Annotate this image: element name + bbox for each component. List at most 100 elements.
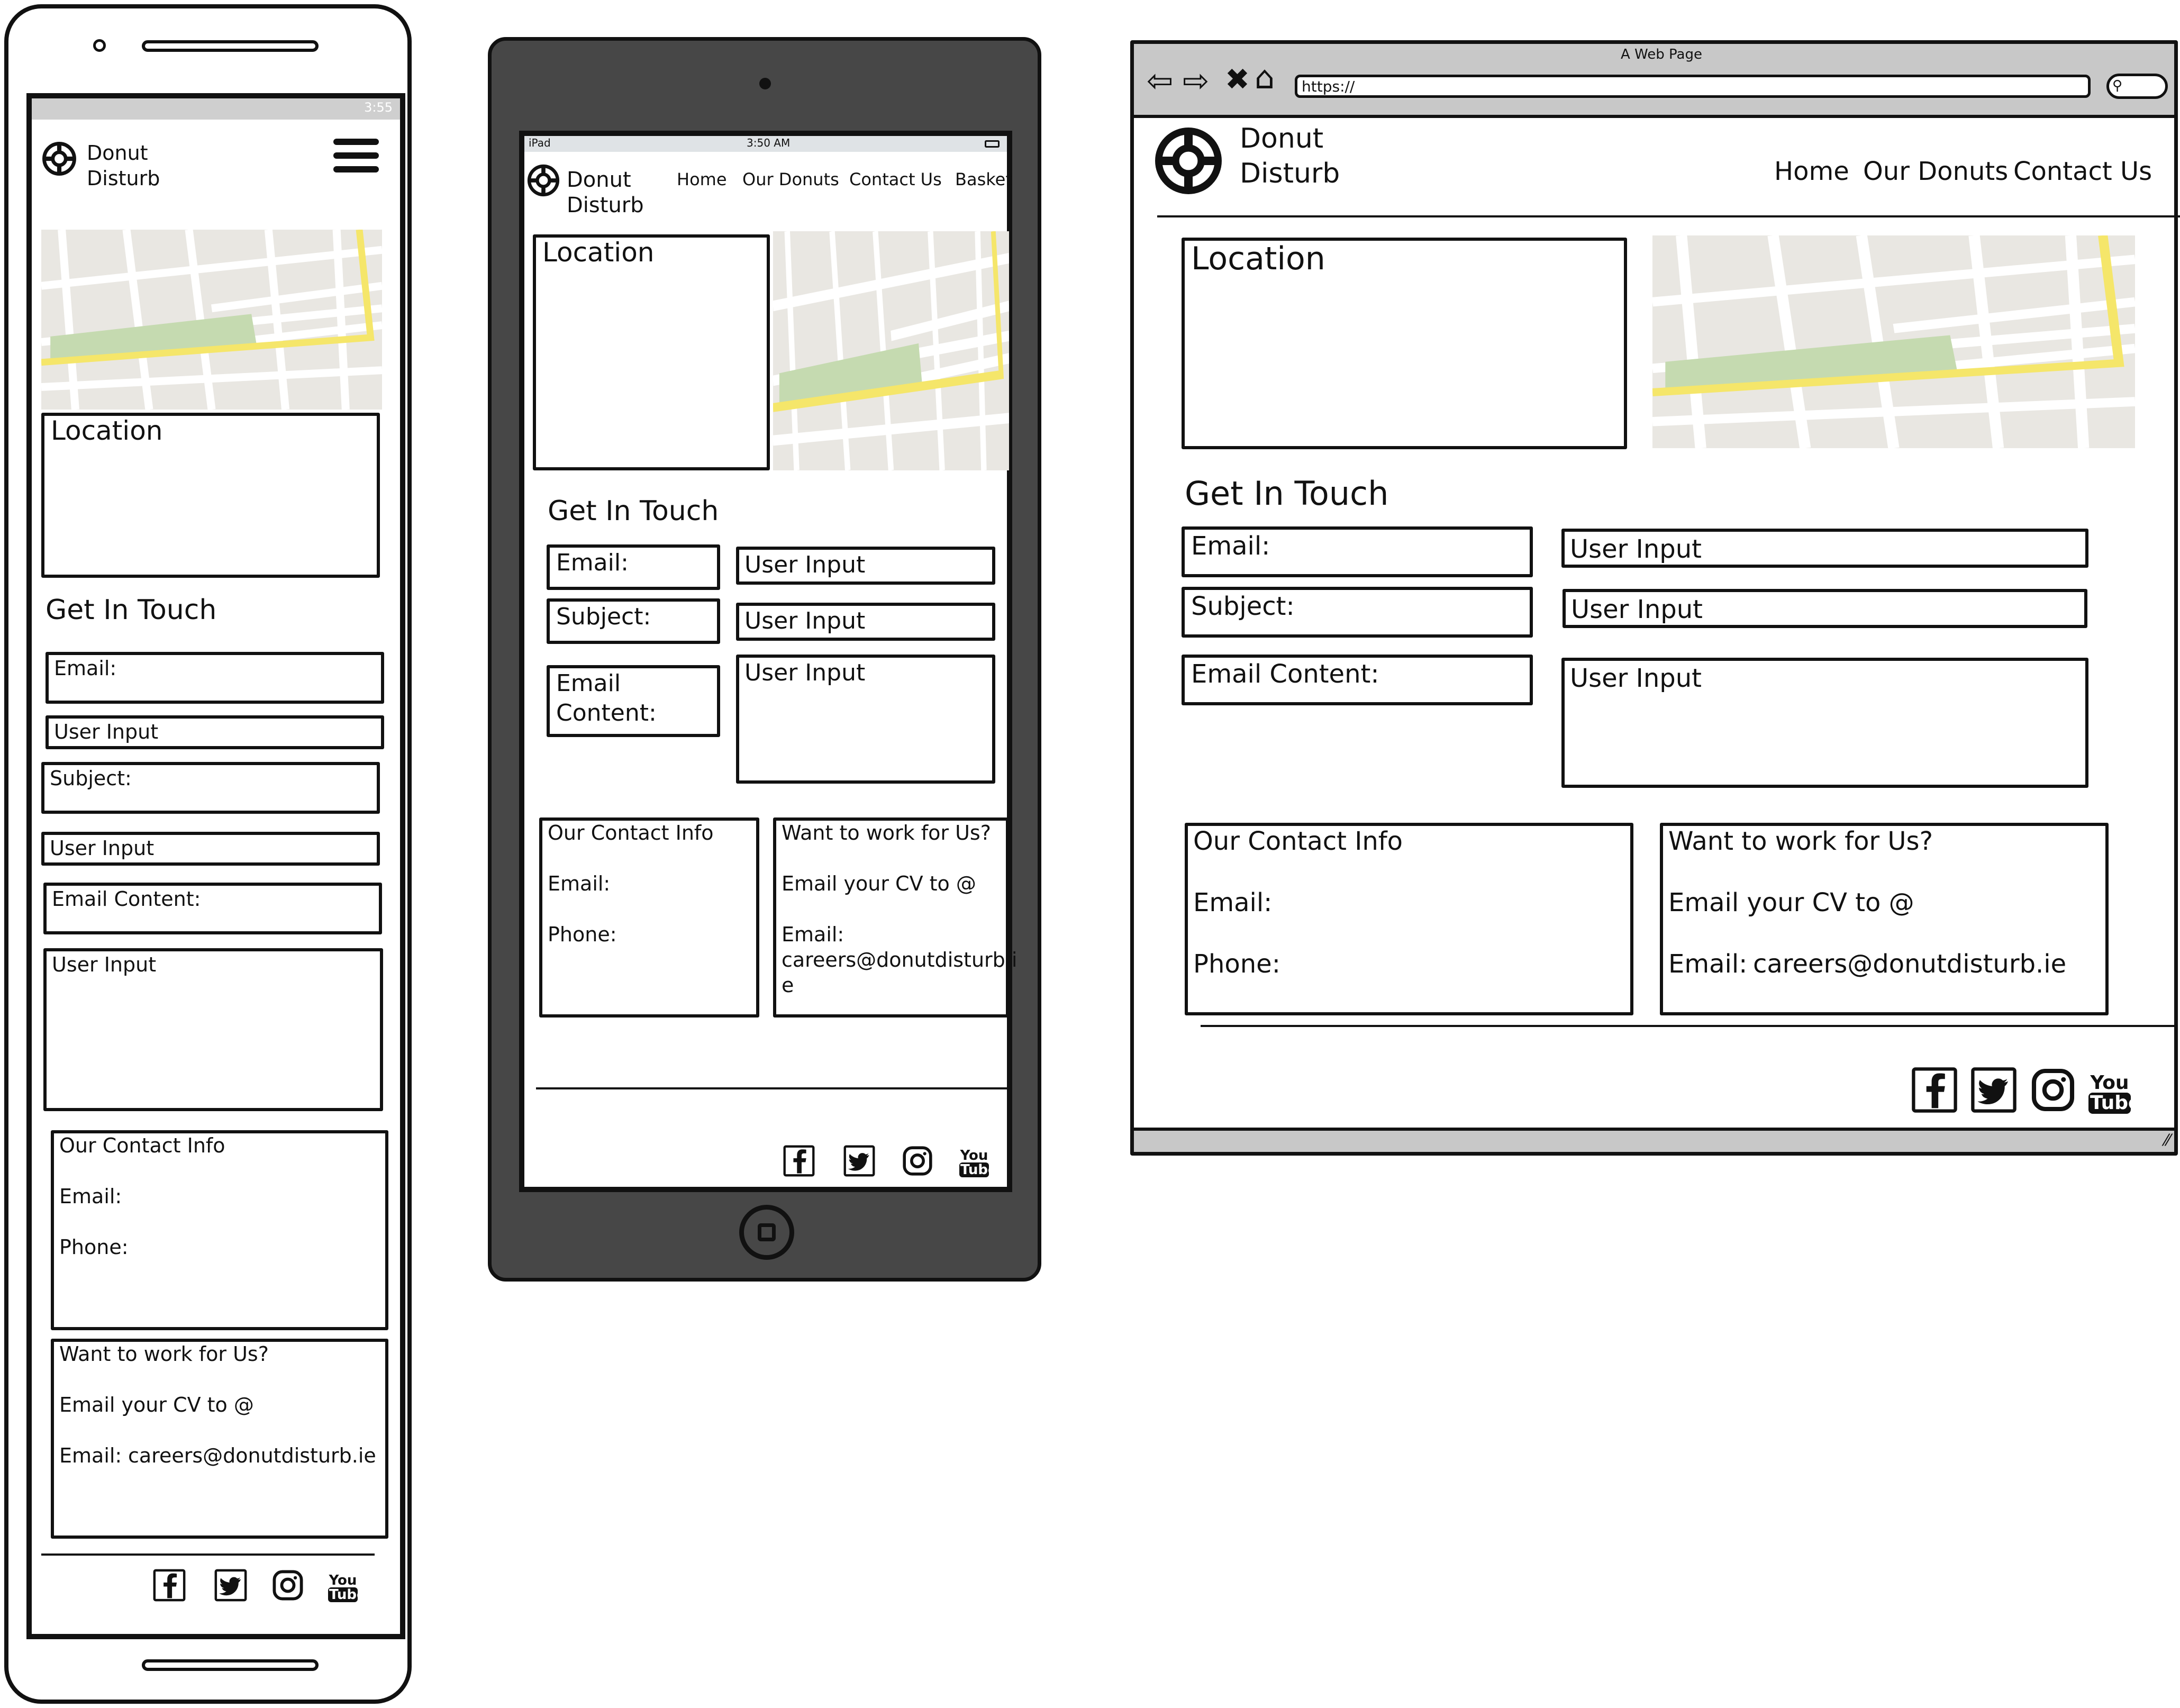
tablet-email-input[interactable]: User Input (736, 547, 995, 585)
phone-brand-line1: Donut (87, 141, 148, 165)
phone-email-input[interactable]: User Input (46, 715, 384, 749)
tablet-email-input-text: User Input (744, 551, 866, 578)
phone-content-input-text: User Input (52, 953, 157, 976)
tablet-social-icons: You Tube (783, 1141, 997, 1178)
tablet-home-button[interactable] (739, 1205, 794, 1260)
browser-footer-divider (1201, 1025, 2174, 1027)
facebook-icon[interactable] (152, 1568, 186, 1602)
browser-window: A Web Page ⇦ ⇨ ✖ ⌂ https:// ⚲ Donut Dist… (1130, 40, 2180, 1156)
browser-contact-email: Email: (1193, 888, 1273, 917)
address-bar[interactable]: https:// (1295, 75, 2091, 98)
home-icon[interactable]: ⌂ (1255, 60, 1275, 96)
browser-location-label: Location (1191, 240, 1325, 277)
browser-email-input[interactable]: User Input (1561, 529, 2088, 568)
tablet-nav-our-donuts[interactable]: Our Donuts (742, 170, 839, 189)
youtube-tube: Tube (328, 1587, 366, 1603)
phone-content-label-box: Email Content: (43, 883, 382, 934)
twitter-icon[interactable] (843, 1144, 876, 1177)
phone-speaker (142, 40, 319, 52)
phone-status-bar: 3:55 (32, 98, 400, 120)
tablet-nav-contact-us[interactable]: Contact Us (849, 170, 942, 189)
facebook-icon[interactable] (1911, 1066, 1958, 1114)
tablet-status-time: 3:50 AM (747, 137, 791, 149)
phone-subject-label-box: Subject: (41, 762, 380, 814)
phone-careers-box: Want to work for Us? Email your CV to @ … (51, 1339, 388, 1539)
back-arrow-icon[interactable]: ⇦ (1147, 63, 1173, 99)
tablet-nav-home[interactable]: Home (677, 170, 727, 189)
phone-brand-line2: Disturb (87, 167, 160, 190)
browser-email-input-text: User Input (1570, 534, 1702, 564)
tablet-map[interactable] (773, 231, 1009, 470)
browser-brand-line2: Disturb (1240, 158, 1340, 189)
tablet-careers-email-line2[interactable]: e (782, 974, 794, 997)
browser-subject-input[interactable]: User Input (1563, 589, 2087, 628)
browser-careers-email-value[interactable]: careers@donutdisturb.ie (1753, 949, 2066, 979)
browser-contact-phone: Phone: (1193, 949, 1280, 979)
tablet-careers-cv: Email your CV to @ (782, 872, 976, 895)
tablet-logo-icon (526, 163, 560, 197)
browser-location-box: Location (1182, 238, 1627, 449)
instagram-icon[interactable] (271, 1568, 305, 1602)
tablet-brand-line2: Disturb (567, 193, 644, 217)
phone-device: 3:55 Donut Disturb Location Get In Touch… (4, 4, 412, 1704)
tablet-subject-label-box: Subject: (547, 598, 720, 644)
phone-careers-email-label: Email: (59, 1444, 122, 1467)
tablet-footer-divider (536, 1087, 1008, 1089)
instagram-icon[interactable] (2029, 1066, 2077, 1114)
phone-subject-input[interactable]: User Input (41, 832, 380, 866)
browser-window-title: A Web Page (1621, 47, 1702, 62)
twitter-icon[interactable] (1970, 1066, 2018, 1114)
browser-content-input[interactable]: User Input (1561, 658, 2088, 788)
facebook-icon[interactable] (783, 1144, 815, 1177)
tablet-contact-title: Our Contact Info (548, 821, 714, 844)
browser-content-input-text: User Input (1570, 664, 1702, 693)
browser-get-in-touch: Get In Touch (1185, 474, 1389, 513)
hamburger-menu-icon[interactable] (333, 139, 379, 172)
browser-careers-box: Want to work for Us? Email your CV to @ … (1660, 823, 2109, 1015)
tablet-location-box: Location (533, 234, 770, 470)
phone-contact-phone: Phone: (59, 1235, 129, 1259)
phone-content-label: Email Content: (52, 887, 201, 911)
tablet-content-input[interactable]: User Input (736, 655, 995, 784)
close-icon[interactable]: ✖ (1225, 62, 1250, 97)
browser-brand-line1: Donut (1240, 123, 1324, 155)
youtube-you: You (960, 1148, 988, 1164)
browser-nav-contact-us[interactable]: Contact Us (2013, 157, 2152, 186)
browser-content-label-box: Email Content: (1182, 655, 1533, 705)
tablet-nav-basket[interactable]: Basket (955, 170, 1012, 189)
browser-subject-label: Subject: (1191, 592, 1295, 621)
phone-location-box: Location (41, 413, 380, 578)
phone-contact-info-box: Our Contact Info Email: Phone: (51, 1130, 388, 1330)
browser-careers-cv: Email your CV to @ (1668, 888, 1914, 917)
forward-arrow-icon[interactable]: ⇨ (1183, 63, 1209, 99)
phone-camera (93, 39, 106, 52)
browser-logo-icon (1153, 125, 1224, 196)
youtube-you: You (2090, 1072, 2129, 1094)
browser-subject-label-box: Subject: (1182, 587, 1533, 638)
phone-careers-email-value[interactable]: careers@donutdisturb.ie (128, 1444, 376, 1468)
browser-nav-home[interactable]: Home (1774, 157, 1849, 186)
browser-nav-our-donuts[interactable]: Our Donuts (1863, 157, 2008, 186)
phone-content-input[interactable]: User Input (43, 948, 383, 1111)
phone-subject-label: Subject: (50, 767, 132, 790)
youtube-icon[interactable]: You Tube (2088, 1072, 2141, 1114)
tablet-content-label-2: Content: (556, 699, 657, 726)
phone-email-label: Email: (54, 657, 117, 680)
browser-map[interactable] (1652, 235, 2135, 448)
instagram-icon[interactable] (901, 1144, 934, 1177)
twitter-icon[interactable] (214, 1568, 248, 1602)
youtube-tube: Tube (959, 1162, 997, 1178)
phone-footer-divider (41, 1553, 375, 1556)
resize-grip-icon[interactable]: ⁄⁄ (2165, 1131, 2170, 1150)
youtube-icon[interactable]: You Tube (328, 1574, 366, 1603)
youtube-tube: Tube (2088, 1093, 2141, 1114)
tablet-careers-email-line1[interactable]: careers@donutdisturb.i (782, 948, 1017, 972)
phone-map[interactable] (41, 230, 382, 410)
phone-logo-icon (41, 141, 77, 177)
youtube-icon[interactable]: You Tube (959, 1148, 997, 1178)
search-box[interactable]: ⚲ (2106, 74, 2168, 99)
tablet-subject-input-text: User Input (744, 607, 866, 634)
phone-careers-title: Want to work for Us? (59, 1342, 269, 1366)
browser-contact-info-box: Our Contact Info Email: Phone: (1185, 823, 1633, 1015)
tablet-subject-input[interactable]: User Input (736, 603, 995, 641)
